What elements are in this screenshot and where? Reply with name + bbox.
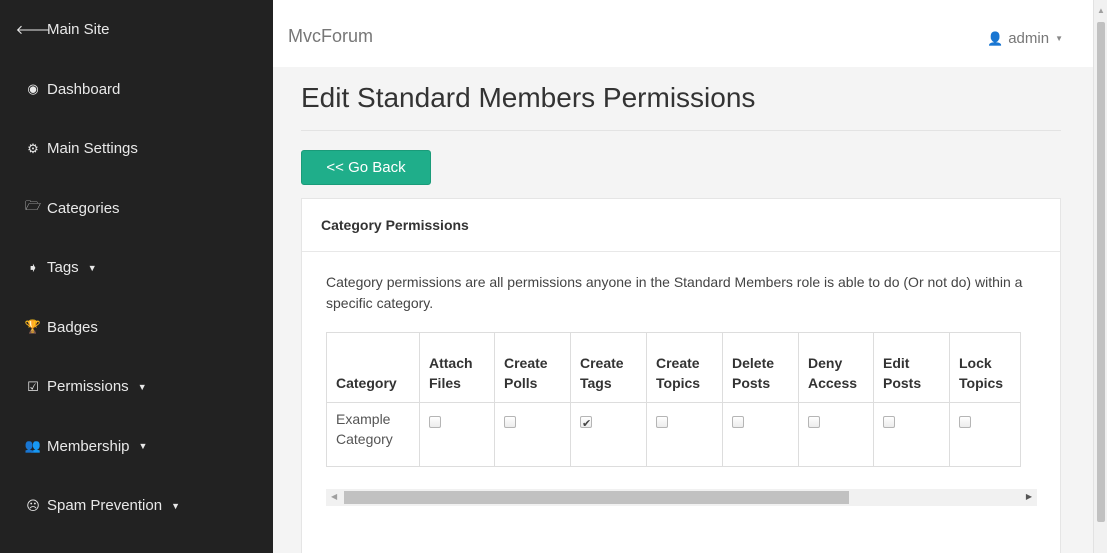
column-header: Lock Topics — [949, 332, 1021, 403]
sidebar-item-label: Main Settings — [47, 140, 138, 158]
scrollbar-thumb[interactable] — [1097, 22, 1105, 522]
user-menu[interactable]: 👤 admin ▼ — [987, 30, 1063, 47]
sidebar-item-categories[interactable]: 🗁 Categories — [0, 179, 273, 239]
sidebar-item-label: Permissions — [47, 378, 129, 396]
main-content: Edit Standard Members Permissions << Go … — [273, 67, 1093, 553]
scroll-left-icon[interactable]: ◀ — [331, 492, 337, 501]
permission-cell — [494, 402, 571, 467]
check-square-icon: ☑ — [27, 378, 39, 394]
permission-checkbox[interactable] — [959, 416, 971, 428]
permission-cell — [949, 402, 1021, 467]
sidebar-item-label: Dashboard — [47, 80, 121, 98]
sidebar-item-label: Spam Prevention — [47, 497, 163, 515]
column-header: Delete Posts — [722, 332, 799, 403]
sidebar-item-permissions[interactable]: ☑ Permissions ▼ — [0, 357, 273, 417]
horizontal-scrollbar[interactable]: ◀ ▶ — [326, 489, 1037, 506]
sidebar-item-main-settings[interactable]: ⚙ Main Settings — [0, 119, 273, 179]
sidebar-item-membership[interactable]: 👥 Membership ▼ — [0, 417, 273, 477]
permission-cell — [873, 402, 950, 467]
table-header-row: Category Attach Files Create Polls Create T… — [326, 332, 1021, 403]
permission-cell — [722, 402, 799, 467]
sidebar-item-spam-prevention[interactable]: ☹ Spam Prevention ▼ — [0, 476, 273, 536]
sidebar-item-label: Badges — [47, 318, 98, 336]
sidebar-item-label: Tags — [47, 259, 79, 277]
permission-checkbox[interactable] — [808, 416, 820, 428]
sidebar: 🡐 Main Site ◉ Dashboard ⚙ Main Settings 🗁 Categ… — [0, 0, 273, 553]
caret-down-icon: ▼ — [138, 441, 148, 452]
panel-heading: Category Permissions — [302, 199, 1060, 252]
column-header: Create Topics — [646, 332, 723, 403]
permission-checkbox[interactable] — [732, 416, 744, 428]
divider — [301, 130, 1061, 131]
scroll-right-icon[interactable]: ▶ — [1026, 492, 1032, 501]
sidebar-item-badges[interactable]: 🏆 Badges — [0, 298, 273, 358]
frown-icon: ☹ — [26, 497, 40, 513]
permission-cell — [646, 402, 723, 467]
column-header: Attach Files — [419, 332, 495, 403]
permission-cell — [570, 402, 647, 467]
column-header: Deny Access — [798, 332, 874, 403]
sidebar-item-label: Main Site — [47, 21, 110, 39]
sidebar-item-main-site[interactable]: 🡐 Main Site — [0, 0, 273, 60]
dashboard-icon: ◉ — [27, 81, 39, 97]
permission-cell — [419, 402, 495, 467]
folder-open-icon: 🗁 — [24, 198, 42, 214]
column-header: Create Polls — [494, 332, 571, 403]
panel-description: Category permissions are all permissions… — [326, 274, 1023, 311]
vertical-scrollbar[interactable]: ▲ — [1093, 0, 1107, 553]
scroll-up-icon[interactable]: ▲ — [1097, 6, 1105, 15]
sidebar-item-dashboard[interactable]: ◉ Dashboard — [0, 60, 273, 120]
category-permissions-panel: Category Permissions Category permission… — [301, 198, 1061, 553]
permission-checkbox[interactable] — [656, 416, 668, 428]
top-navbar: MvcForum 👤 admin ▼ — [273, 0, 1093, 67]
column-header: Edit Posts — [873, 332, 950, 403]
sidebar-item-label: Categories — [47, 199, 120, 217]
go-back-button[interactable]: << Go Back — [301, 150, 431, 185]
sidebar-item-label: Membership — [47, 437, 130, 455]
page-title: Edit Standard Members Permissions — [301, 82, 756, 113]
caret-down-icon: ▼ — [87, 262, 97, 273]
permission-cell — [798, 402, 874, 467]
brand-link[interactable]: MvcForum — [288, 26, 373, 47]
permission-checkbox[interactable] — [883, 416, 895, 428]
category-name-cell: Example Category — [326, 402, 420, 467]
caret-down-icon: ▼ — [137, 381, 147, 392]
sidebar-item-tags[interactable]: ➧ Tags ▼ — [0, 238, 273, 298]
arrow-left-icon: 🡐 — [15, 21, 51, 37]
users-icon: 👥 — [24, 438, 42, 454]
user-name: admin — [1008, 30, 1050, 47]
user-icon: 👤 — [987, 30, 1004, 46]
permissions-table: Category Attach Files Create Polls Create T… — [326, 332, 1021, 467]
hscroll-thumb[interactable] — [344, 491, 849, 504]
column-header: Create Tags — [570, 332, 647, 403]
tags-icon: ➧ — [27, 259, 39, 275]
permission-checkbox[interactable] — [429, 416, 441, 428]
cogs-icon: ⚙ — [27, 140, 39, 156]
table-row: Example Category — [326, 402, 1021, 467]
trophy-icon: 🏆 — [24, 319, 42, 335]
caret-down-icon: ▼ — [1055, 34, 1063, 43]
column-header: Category — [326, 332, 420, 403]
permission-checkbox[interactable] — [504, 416, 516, 428]
permissions-table-wrapper: Category Attach Files Create Polls Create T… — [326, 332, 1037, 467]
permission-checkbox[interactable] — [580, 414, 592, 434]
caret-down-icon: ▼ — [171, 500, 180, 511]
